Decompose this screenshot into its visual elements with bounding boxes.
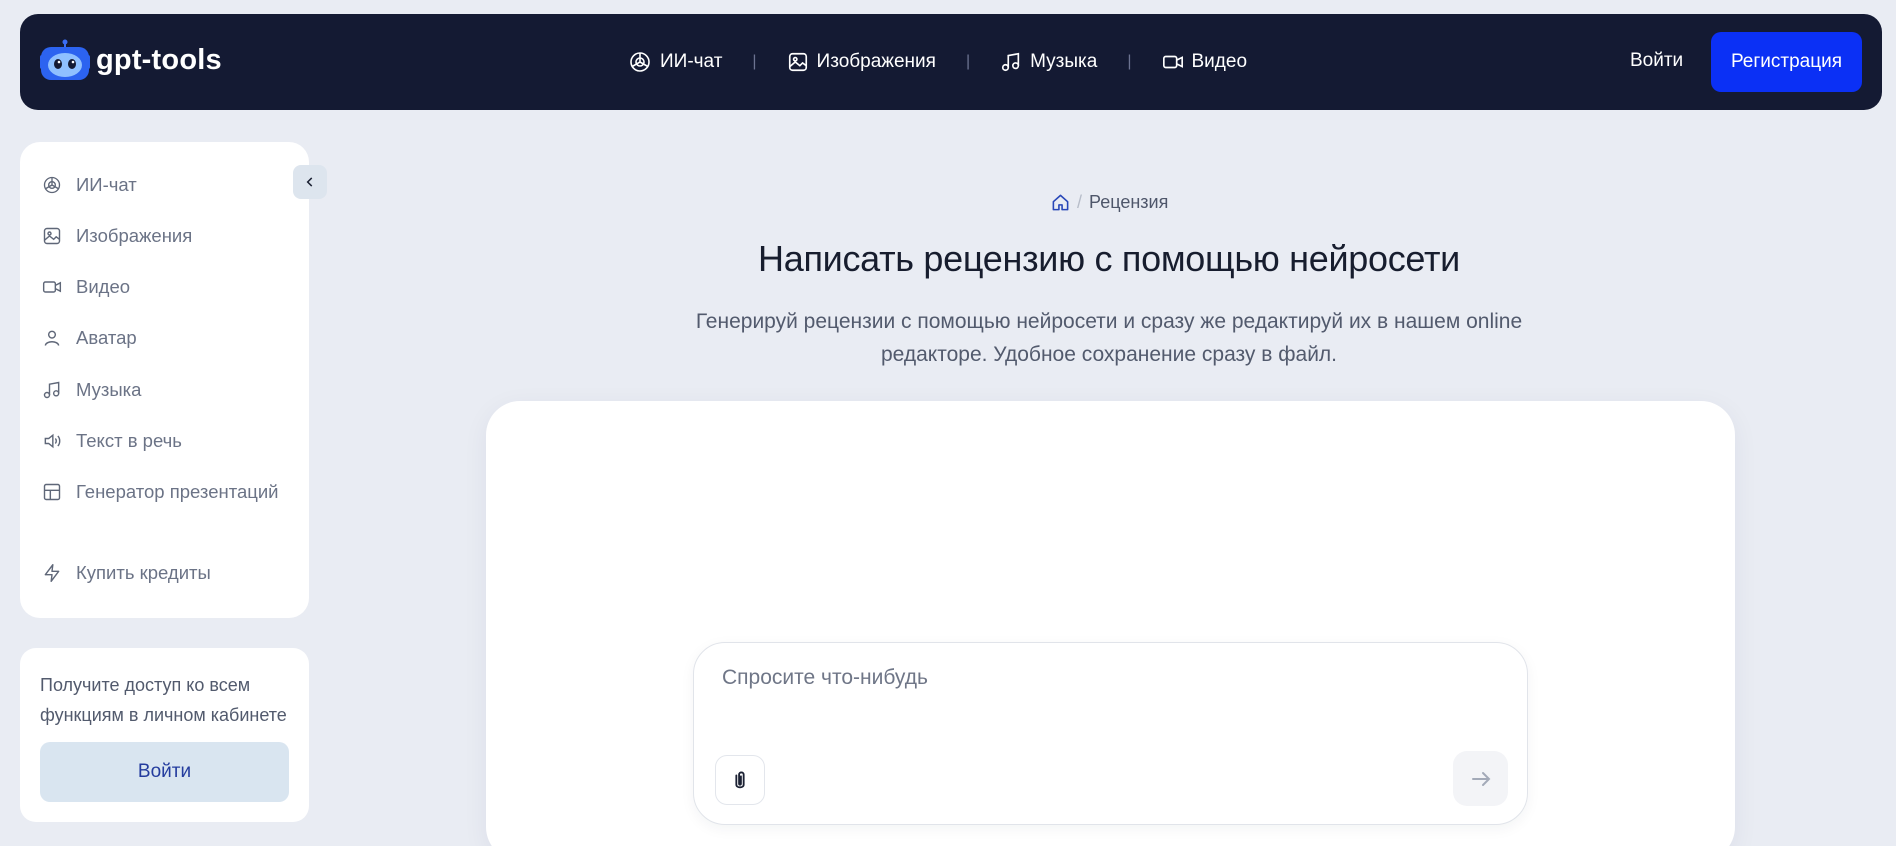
topnav-label: Музыка <box>1030 51 1098 72</box>
sidebar-item-presentations[interactable]: Генератор презентаций <box>42 481 279 503</box>
user-icon <box>44 330 60 346</box>
attach-button[interactable] <box>715 755 765 805</box>
breadcrumb: / Рецензия <box>1051 192 1168 213</box>
topnav-item-music[interactable]: Музыка <box>1000 51 1097 73</box>
video-icon <box>1162 55 1183 69</box>
sidebar-item-label: ИИ-чат <box>76 174 137 195</box>
sidebar-item-chat[interactable]: ИИ-чат <box>42 174 137 196</box>
topnav-item-images[interactable]: Изображения <box>787 51 936 73</box>
lightning-icon <box>44 563 60 583</box>
login-promo-card: Получите доступ ко всем функциям в лично… <box>20 648 309 822</box>
logo[interactable]: gpt-tools <box>40 38 222 82</box>
sidebar-item-buy-credits[interactable]: Купить кредиты <box>42 562 211 584</box>
music-icon <box>43 381 60 399</box>
layout-icon <box>43 483 61 501</box>
sidebar-item-label: Купить кредиты <box>76 562 211 583</box>
sidebar-item-label: Музыка <box>76 379 142 400</box>
breadcrumb-current: Рецензия <box>1089 192 1169 212</box>
logo-text: gpt-tools <box>96 43 222 76</box>
topnav-item-video[interactable]: Видео <box>1162 51 1248 73</box>
openai-icon <box>43 176 61 194</box>
topnav-label: Видео <box>1191 51 1248 72</box>
login-link[interactable]: Войти <box>1630 50 1683 72</box>
speaker-icon <box>44 433 61 449</box>
sidebar-item-avatar[interactable]: Аватар <box>42 327 137 349</box>
chevron-left-icon <box>306 177 313 187</box>
sidebar-item-label: Аватар <box>76 327 137 348</box>
sidebar-item-label: Генератор презентаций <box>76 481 279 502</box>
prompt-box <box>693 642 1528 825</box>
page-description: Генерируй рецензии с помощью нейросети и… <box>695 310 1523 366</box>
top-nav: ИИ-чат | Изображения | Музыка | Видео <box>628 14 1247 110</box>
video-icon <box>42 281 62 293</box>
breadcrumb-separator: / <box>1077 192 1083 212</box>
arrow-right-icon <box>1471 771 1490 786</box>
music-icon <box>1002 52 1020 72</box>
sidebar-item-music[interactable]: Музыка <box>42 379 141 401</box>
promo-text: Получите доступ ко всем функциям в лично… <box>40 675 287 725</box>
nav-separator: | <box>752 53 757 70</box>
home-icon[interactable] <box>1051 193 1070 212</box>
sidebar-item-label: Текст в речь <box>76 430 182 451</box>
topnav-label: Изображения <box>816 51 936 72</box>
sidebar: ИИ-чат Изображения Видео Аватар Музыка Т… <box>20 142 309 618</box>
robot-logo-icon <box>40 38 90 82</box>
topnav-item-chat[interactable]: ИИ-чат <box>628 50 722 74</box>
nav-separator: | <box>1127 53 1132 70</box>
image-icon <box>788 52 807 72</box>
paperclip-icon <box>735 771 745 789</box>
sidebar-collapse-button[interactable] <box>293 165 327 199</box>
top-navbar: gpt-tools ИИ-чат | Изображения | Музыка … <box>20 14 1882 110</box>
promo-login-button[interactable]: Войти <box>40 742 289 802</box>
prompt-input[interactable] <box>722 663 1482 693</box>
page-title: Написать рецензию с помощью нейросети <box>758 238 1460 279</box>
nav-separator: | <box>965 53 971 70</box>
openai-icon <box>630 52 650 72</box>
register-button[interactable]: Регистрация <box>1711 32 1862 92</box>
send-button[interactable] <box>1453 751 1508 806</box>
sidebar-item-tts[interactable]: Текст в речь <box>42 430 182 452</box>
topnav-label: ИИ-чат <box>660 51 723 72</box>
